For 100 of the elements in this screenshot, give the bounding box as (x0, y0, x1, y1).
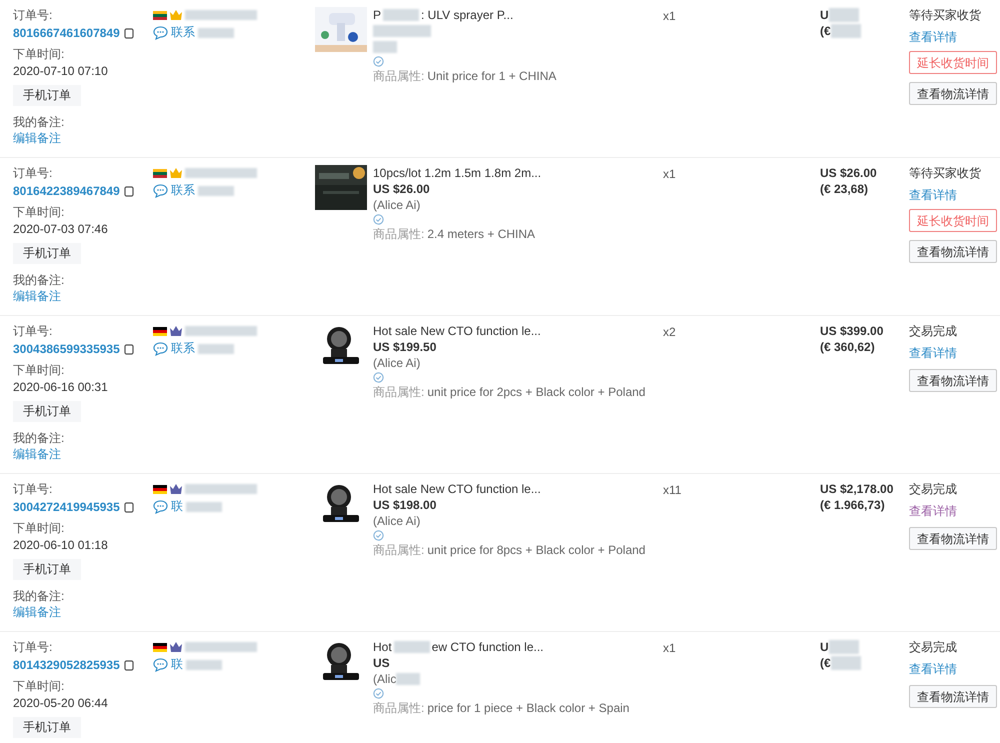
order-time-label: 下单时间: (13, 204, 66, 221)
order-total-eur: (€ (820, 655, 831, 671)
order-total-usd: U (820, 7, 829, 23)
product-title-link[interactable]: Hot sale New CTO function le... (373, 481, 646, 497)
copy-icon[interactable] (124, 344, 134, 354)
chat-icon[interactable] (153, 658, 168, 672)
blurred-patch (396, 673, 420, 685)
chat-icon[interactable] (153, 500, 168, 514)
attribute-value: unit price for 2pcs + Black color + Poland (427, 384, 646, 400)
mobile-order-tag: 手机订单 (13, 243, 81, 264)
order-number-label: 订单号: (13, 481, 54, 498)
contact-buyer-link[interactable]: 联 (171, 498, 183, 515)
blurred-patch (830, 656, 861, 670)
order-status: 等待买家收货 (909, 165, 981, 181)
unit-price: US $199.50 (373, 339, 436, 355)
chat-icon[interactable] (153, 342, 168, 356)
verified-icon (373, 214, 384, 225)
mobile-order-tag: 手机订单 (13, 85, 81, 106)
product-title-link[interactable]: : ULV sprayer P... (421, 7, 514, 23)
blurred-patch (373, 25, 431, 37)
order-total-usd: US $2,178.00 (820, 481, 894, 497)
view-details-link[interactable]: 查看详情 (909, 29, 957, 45)
view-logistics-button[interactable]: 查看物流详情 (909, 369, 997, 392)
view-details-link[interactable]: 查看详情 (909, 661, 957, 677)
view-details-link[interactable]: 查看详情 (909, 503, 957, 519)
unit-price: US $198.00 (373, 497, 436, 513)
view-logistics-button[interactable]: 查看物流详情 (909, 527, 997, 550)
quantity: x2 (663, 325, 676, 339)
order-status: 等待买家收货 (909, 7, 981, 23)
order-time-label: 下单时间: (13, 678, 66, 695)
extend-receipt-button[interactable]: 延长收货时间 (909, 209, 997, 232)
blurred-patch (830, 24, 861, 38)
contact-buyer-link[interactable]: 联系 (171, 182, 195, 199)
contact-buyer-link[interactable]: 联系 (171, 24, 195, 41)
order-status: 交易完成 (909, 323, 957, 339)
copy-icon[interactable] (124, 502, 134, 512)
view-logistics-button[interactable]: 查看物流详情 (909, 82, 997, 105)
attribute-label: 商品属性: (373, 226, 424, 242)
blurred-patch (185, 168, 257, 178)
blurred-patch (185, 642, 257, 652)
order-status: 交易完成 (909, 639, 957, 655)
edit-remark-link[interactable]: 编辑备注 (13, 446, 153, 462)
order-number-link[interactable]: 8016422389467849 (13, 182, 120, 200)
verified-icon (373, 56, 384, 67)
copy-icon[interactable] (124, 28, 134, 38)
remark-label: 我的备注: (13, 430, 66, 446)
quantity: x1 (663, 641, 676, 655)
product-title-link[interactable]: 10pcs/lot 1.2m 1.5m 1.8m 2m... (373, 165, 542, 181)
order-number-link[interactable]: 8014329052825935 (13, 656, 120, 674)
seller-name: (Alice Ai) (373, 513, 420, 529)
edit-remark-link[interactable]: 编辑备注 (13, 604, 153, 620)
product-title-link[interactable]: ew CTO function le... (432, 639, 544, 655)
mobile-order-tag: 手机订单 (13, 717, 81, 738)
copy-icon[interactable] (124, 660, 134, 670)
mobile-order-tag: 手机订单 (13, 401, 81, 422)
chat-icon[interactable] (153, 26, 168, 40)
view-details-link[interactable]: 查看详情 (909, 345, 957, 361)
copy-icon[interactable] (124, 186, 134, 196)
order-total-eur: (€ (820, 23, 831, 39)
order-time: 2020-07-03 07:46 (13, 221, 109, 238)
order-number-label: 订单号: (13, 7, 54, 24)
blurred-patch (394, 641, 430, 653)
order-number-link[interactable]: 8016667461607849 (13, 24, 120, 42)
blurred-patch (198, 344, 234, 354)
contact-buyer-link[interactable]: 联系 (171, 340, 195, 357)
extend-receipt-button[interactable]: 延长收货时间 (909, 51, 997, 74)
remark-label: 我的备注: (13, 588, 66, 604)
blurred-patch (373, 41, 397, 53)
product-title-link[interactable]: P (373, 7, 382, 23)
verified-icon (373, 372, 384, 383)
order-number-label: 订单号: (13, 165, 54, 182)
edit-remark-link[interactable]: 编辑备注 (13, 130, 153, 146)
contact-buyer-link[interactable]: 联 (171, 656, 183, 673)
order-time-label: 下单时间: (13, 46, 66, 63)
view-details-link[interactable]: 查看详情 (909, 187, 957, 203)
blurred-patch (828, 640, 859, 654)
view-logistics-button[interactable]: 查看物流详情 (909, 240, 997, 263)
view-logistics-button[interactable]: 查看物流详情 (909, 685, 997, 708)
blurred-patch (186, 502, 222, 512)
product-title-link[interactable]: Hot (373, 639, 392, 655)
attribute-value: price for 1 piece + Black color + Spain (427, 700, 630, 716)
order-total-eur: (€ 360,62) (820, 339, 875, 355)
attribute-value: Unit price for 1 + CHINA (427, 68, 556, 84)
product-title-link[interactable]: Hot sale New CTO function le... (373, 323, 646, 339)
seller-name: (Alice Ai) (373, 197, 420, 213)
attribute-label: 商品属性: (373, 384, 424, 400)
attribute-value: 2.4 meters + CHINA (427, 226, 536, 242)
attribute-label: 商品属性: (373, 542, 424, 558)
order-time-label: 下单时间: (13, 520, 66, 537)
order-number-link[interactable]: 3004386599335935 (13, 340, 120, 358)
blurred-patch (185, 484, 257, 494)
mobile-order-tag: 手机订单 (13, 559, 81, 580)
order-total-usd: US $399.00 (820, 323, 884, 339)
blurred-patch (185, 326, 257, 336)
unit-price: US (373, 655, 390, 671)
edit-remark-link[interactable]: 编辑备注 (13, 288, 153, 304)
chat-icon[interactable] (153, 184, 168, 198)
remark-label: 我的备注: (13, 114, 66, 130)
order-number-link[interactable]: 3004272419945935 (13, 498, 120, 516)
verified-icon (373, 688, 384, 699)
